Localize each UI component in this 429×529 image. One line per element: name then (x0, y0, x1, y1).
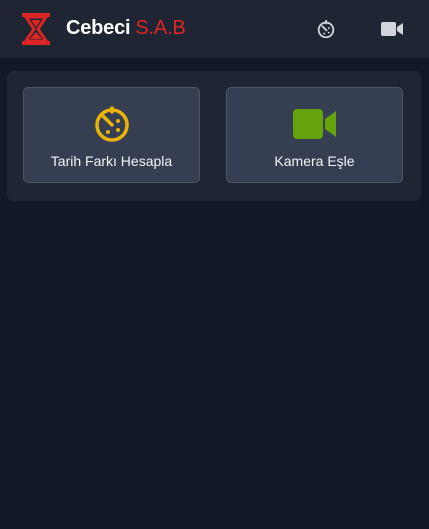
video-camera-icon (292, 109, 336, 139)
hourglass-logo-icon[interactable] (20, 12, 52, 46)
brand-suffix: S.A.B (135, 17, 186, 39)
brand-name: Cebeci (66, 17, 131, 39)
camera-sync-card[interactable]: Kamera Eşle (226, 87, 403, 183)
actions-panel: Tarih Farkı Hesapla Kamera Eşle (7, 71, 421, 201)
top-bar: Cebeci S.A.B (0, 0, 429, 58)
brand-title[interactable]: Cebeci S.A.B (66, 17, 186, 40)
video-camera-icon[interactable] (380, 19, 404, 39)
camera-sync-label: Kamera Eşle (274, 153, 355, 169)
date-difference-label: Tarih Farkı Hesapla (50, 153, 173, 169)
timer-icon (94, 106, 129, 142)
date-difference-card[interactable]: Tarih Farkı Hesapla (23, 87, 200, 183)
timer-icon[interactable] (315, 18, 337, 40)
